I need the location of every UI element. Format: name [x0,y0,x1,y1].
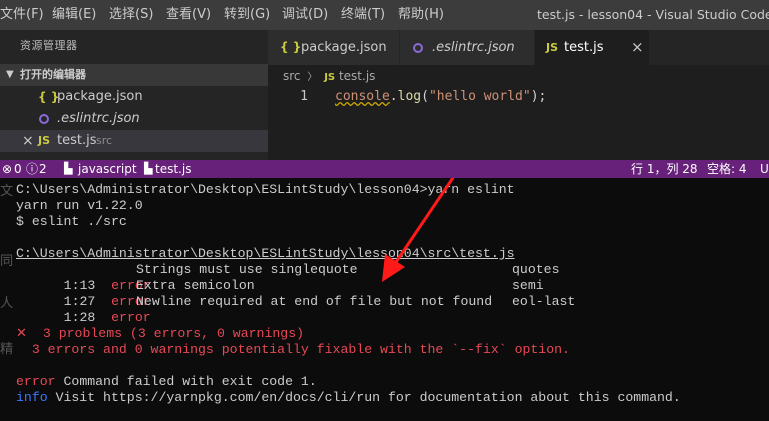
code-text[interactable]: console.log("hello world"); [335,87,546,106]
tab-test-js[interactable]: JS test.js × [535,30,650,65]
tab-eslintrc[interactable]: .eslintrc.json [400,30,535,65]
breadcrumb-folder[interactable]: src [283,69,301,83]
error-icon: ⊗ [2,162,13,176]
explorer-title: 资源管理器 [20,39,78,52]
close-icon[interactable]: × [631,30,644,65]
breadcrumb: src 〉 JS test.js [283,65,375,87]
js-icon: JS [38,134,51,147]
explorer-sidebar: 资源管理器 ▼ 打开的编辑器 { } package.json .eslintr… [0,30,268,160]
open-editor-test-js[interactable]: × JS test.js src [0,130,268,152]
code-object: console [335,89,390,104]
terminal-panel[interactable]: 文 同 人 精 C:\Users\Administrator\Desktop\E… [0,178,769,421]
window-title: test.js - lesson04 - Visual Studio Code [537,7,769,22]
menu-terminal[interactable]: 终端(T) [341,0,385,30]
open-editor-eslintrc[interactable]: .eslintrc.json [0,108,268,130]
tab-package-json[interactable]: { } package.json [268,30,400,65]
open-editors-section[interactable]: ▼ 打开的编辑器 [0,64,268,86]
status-bar: ⊗ 0 ⓘ 2 ▙ javascript ▙ test.js 行 1，列 28 … [0,160,769,178]
open-editor-label: test.js [57,133,97,148]
title-bar: 文件(F) 编辑(E) 选择(S) 查看(V) 转到(G) 调试(D) 终端(T… [0,0,769,30]
line-number: 1 [300,89,308,104]
editor-tabs: { } package.json .eslintrc.json JS test.… [268,30,769,65]
close-icon[interactable]: × [22,130,34,152]
tab-label: test.js [564,40,604,55]
menu-goto[interactable]: 转到(G) [224,0,270,30]
menu-debug[interactable]: 调试(D) [282,0,328,30]
annotation-arrow [382,178,455,282]
editor-area[interactable]: src 〉 JS test.js 1 console.log("hello wo… [268,65,769,160]
eslint-icon [39,114,49,124]
code-dot: . [389,89,398,104]
js-icon: JS [546,41,559,54]
encoding[interactable]: U [760,160,769,178]
tag-icon: ▙ [144,162,153,175]
code-line[interactable]: 1 console.log("hello world"); [268,87,769,106]
chevron-right-icon: 〉 [307,72,318,83]
menu-selection[interactable]: 选择(S) [109,0,153,30]
open-editor-label: .eslintrc.json [57,111,140,126]
open-editor-package-json[interactable]: { } package.json [0,86,268,108]
tag-icon: ▙ [64,162,73,175]
js-icon: JS [324,72,336,83]
open-editor-folder: src [96,134,113,147]
code-close: ); [530,89,547,104]
chevron-down-icon: ▼ [6,69,14,80]
menu-file[interactable]: 文件(F) [0,0,44,30]
warning-count[interactable]: 2 [39,160,47,178]
cursor-position[interactable]: 行 1，列 28 [631,160,698,178]
tab-label: .eslintrc.json [432,40,515,55]
braces-icon: { } [280,40,302,54]
tab-label: package.json [301,40,387,55]
menu-edit[interactable]: 编辑(E) [52,0,96,30]
status-language[interactable]: javascript [78,160,137,178]
open-editors-label: 打开的编辑器 [20,68,86,81]
warning-icon: ⓘ [26,162,39,176]
code-open-paren: ( [421,89,429,104]
status-file[interactable]: test.js [155,160,191,178]
code-method: log [397,89,422,104]
menu-help[interactable]: 帮助(H) [398,0,444,30]
indent-spaces[interactable]: 空格: 4 [707,160,747,178]
code-string: "hello world" [428,89,531,104]
menu-view[interactable]: 查看(V) [166,0,211,30]
eslint-icon [413,43,423,53]
breadcrumb-file[interactable]: test.js [339,69,375,83]
open-editor-label: package.json [57,89,143,104]
error-count[interactable]: 0 [14,160,22,178]
